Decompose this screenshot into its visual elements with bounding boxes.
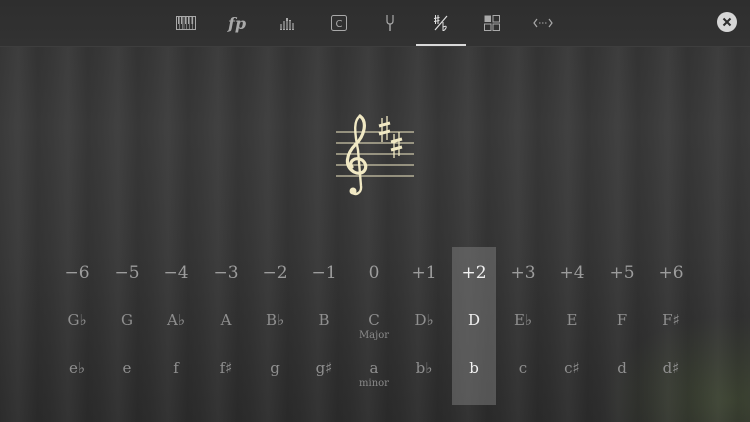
major-key-label: C bbox=[368, 311, 380, 329]
tab-range[interactable] bbox=[518, 0, 568, 46]
major-key-option[interactable]: G♭ bbox=[53, 311, 101, 329]
tab-layout[interactable] bbox=[467, 0, 517, 46]
major-key-option[interactable]: B♭ bbox=[251, 311, 299, 329]
minor-key-option[interactable]: f♯ bbox=[202, 359, 250, 377]
major-key-row: G♭ G A♭ A B♭ B C Major D♭ D E♭ E F F♯ bbox=[0, 311, 750, 347]
major-key-option[interactable]: E♭ bbox=[499, 311, 547, 329]
major-key-option[interactable]: G bbox=[103, 311, 151, 329]
minor-caption: minor bbox=[359, 378, 389, 389]
minor-key-option[interactable]: g♯ bbox=[300, 359, 348, 377]
minor-key-label: a bbox=[369, 359, 379, 377]
major-key-option-selected[interactable]: D bbox=[450, 311, 498, 329]
minor-key-option[interactable]: c bbox=[499, 359, 547, 377]
tuning-fork-icon bbox=[386, 15, 394, 31]
shift-option[interactable]: −2 bbox=[251, 263, 299, 283]
piano-keys-icon bbox=[176, 16, 196, 30]
minor-key-option-home[interactable]: a minor bbox=[350, 359, 398, 389]
dynamics-icon: fp bbox=[227, 13, 247, 33]
treble-clef-icon bbox=[345, 114, 368, 196]
major-key-option[interactable]: A bbox=[202, 311, 250, 329]
range-arrows-icon bbox=[533, 18, 553, 28]
minor-key-option[interactable]: f bbox=[152, 359, 200, 377]
major-key-option[interactable]: F bbox=[598, 311, 646, 329]
shift-option[interactable]: +3 bbox=[499, 263, 547, 283]
minor-key-option[interactable]: g bbox=[251, 359, 299, 377]
minor-key-option-selected[interactable]: b bbox=[450, 359, 498, 377]
level-bars-icon bbox=[280, 18, 296, 30]
minor-key-row: e♭ e f f♯ g g♯ a minor b♭ b c c♯ d d♯ bbox=[0, 359, 750, 395]
minor-key-option[interactable]: d bbox=[598, 359, 646, 377]
close-icon bbox=[722, 17, 732, 27]
shift-option[interactable]: −5 bbox=[103, 263, 151, 283]
shift-option[interactable]: −3 bbox=[202, 263, 250, 283]
shift-option-selected[interactable]: +2 bbox=[450, 263, 498, 283]
minor-key-option[interactable]: e♭ bbox=[53, 359, 101, 377]
major-key-option[interactable]: D♭ bbox=[400, 311, 448, 329]
shift-option[interactable]: +6 bbox=[647, 263, 695, 283]
shift-option[interactable]: −4 bbox=[152, 263, 200, 283]
major-key-option[interactable]: F♯ bbox=[647, 311, 695, 329]
minor-key-option[interactable]: d♯ bbox=[647, 359, 695, 377]
sharp-flat-icon bbox=[433, 15, 448, 31]
tab-tuning[interactable] bbox=[365, 0, 415, 46]
grid-squares-icon bbox=[484, 15, 500, 31]
major-key-option[interactable]: A♭ bbox=[152, 311, 200, 329]
tab-mixer[interactable] bbox=[263, 0, 313, 46]
major-key-option[interactable]: B bbox=[300, 311, 348, 329]
tab-keyboard[interactable] bbox=[161, 0, 211, 46]
minor-key-option[interactable]: b♭ bbox=[400, 359, 448, 377]
transpose-shift-row: −6 −5 −4 −3 −2 −1 0 +1 +2 +3 +4 +5 +6 bbox=[0, 263, 750, 293]
tab-dynamics[interactable]: fp bbox=[212, 0, 262, 46]
tab-key-signature[interactable] bbox=[416, 0, 466, 46]
tab-key[interactable]: C bbox=[314, 0, 364, 46]
major-caption: Major bbox=[358, 330, 390, 341]
svg-text:C: C bbox=[336, 19, 343, 30]
major-key-option-home[interactable]: C Major bbox=[350, 311, 398, 341]
close-button[interactable] bbox=[717, 12, 737, 32]
key-c-icon: C bbox=[331, 15, 347, 31]
toolbar: fp C bbox=[0, 0, 750, 47]
shift-option[interactable]: 0 bbox=[350, 263, 398, 283]
minor-key-option[interactable]: c♯ bbox=[548, 359, 596, 377]
shift-option[interactable]: +4 bbox=[548, 263, 596, 283]
shift-option[interactable]: +5 bbox=[598, 263, 646, 283]
major-key-option[interactable]: E bbox=[548, 311, 596, 329]
key-signature-staff bbox=[330, 110, 420, 205]
sharp-icon bbox=[378, 116, 391, 142]
shift-option[interactable]: −1 bbox=[300, 263, 348, 283]
shift-option[interactable]: +1 bbox=[400, 263, 448, 283]
shift-option[interactable]: −6 bbox=[53, 263, 101, 283]
minor-key-option[interactable]: e bbox=[103, 359, 151, 377]
